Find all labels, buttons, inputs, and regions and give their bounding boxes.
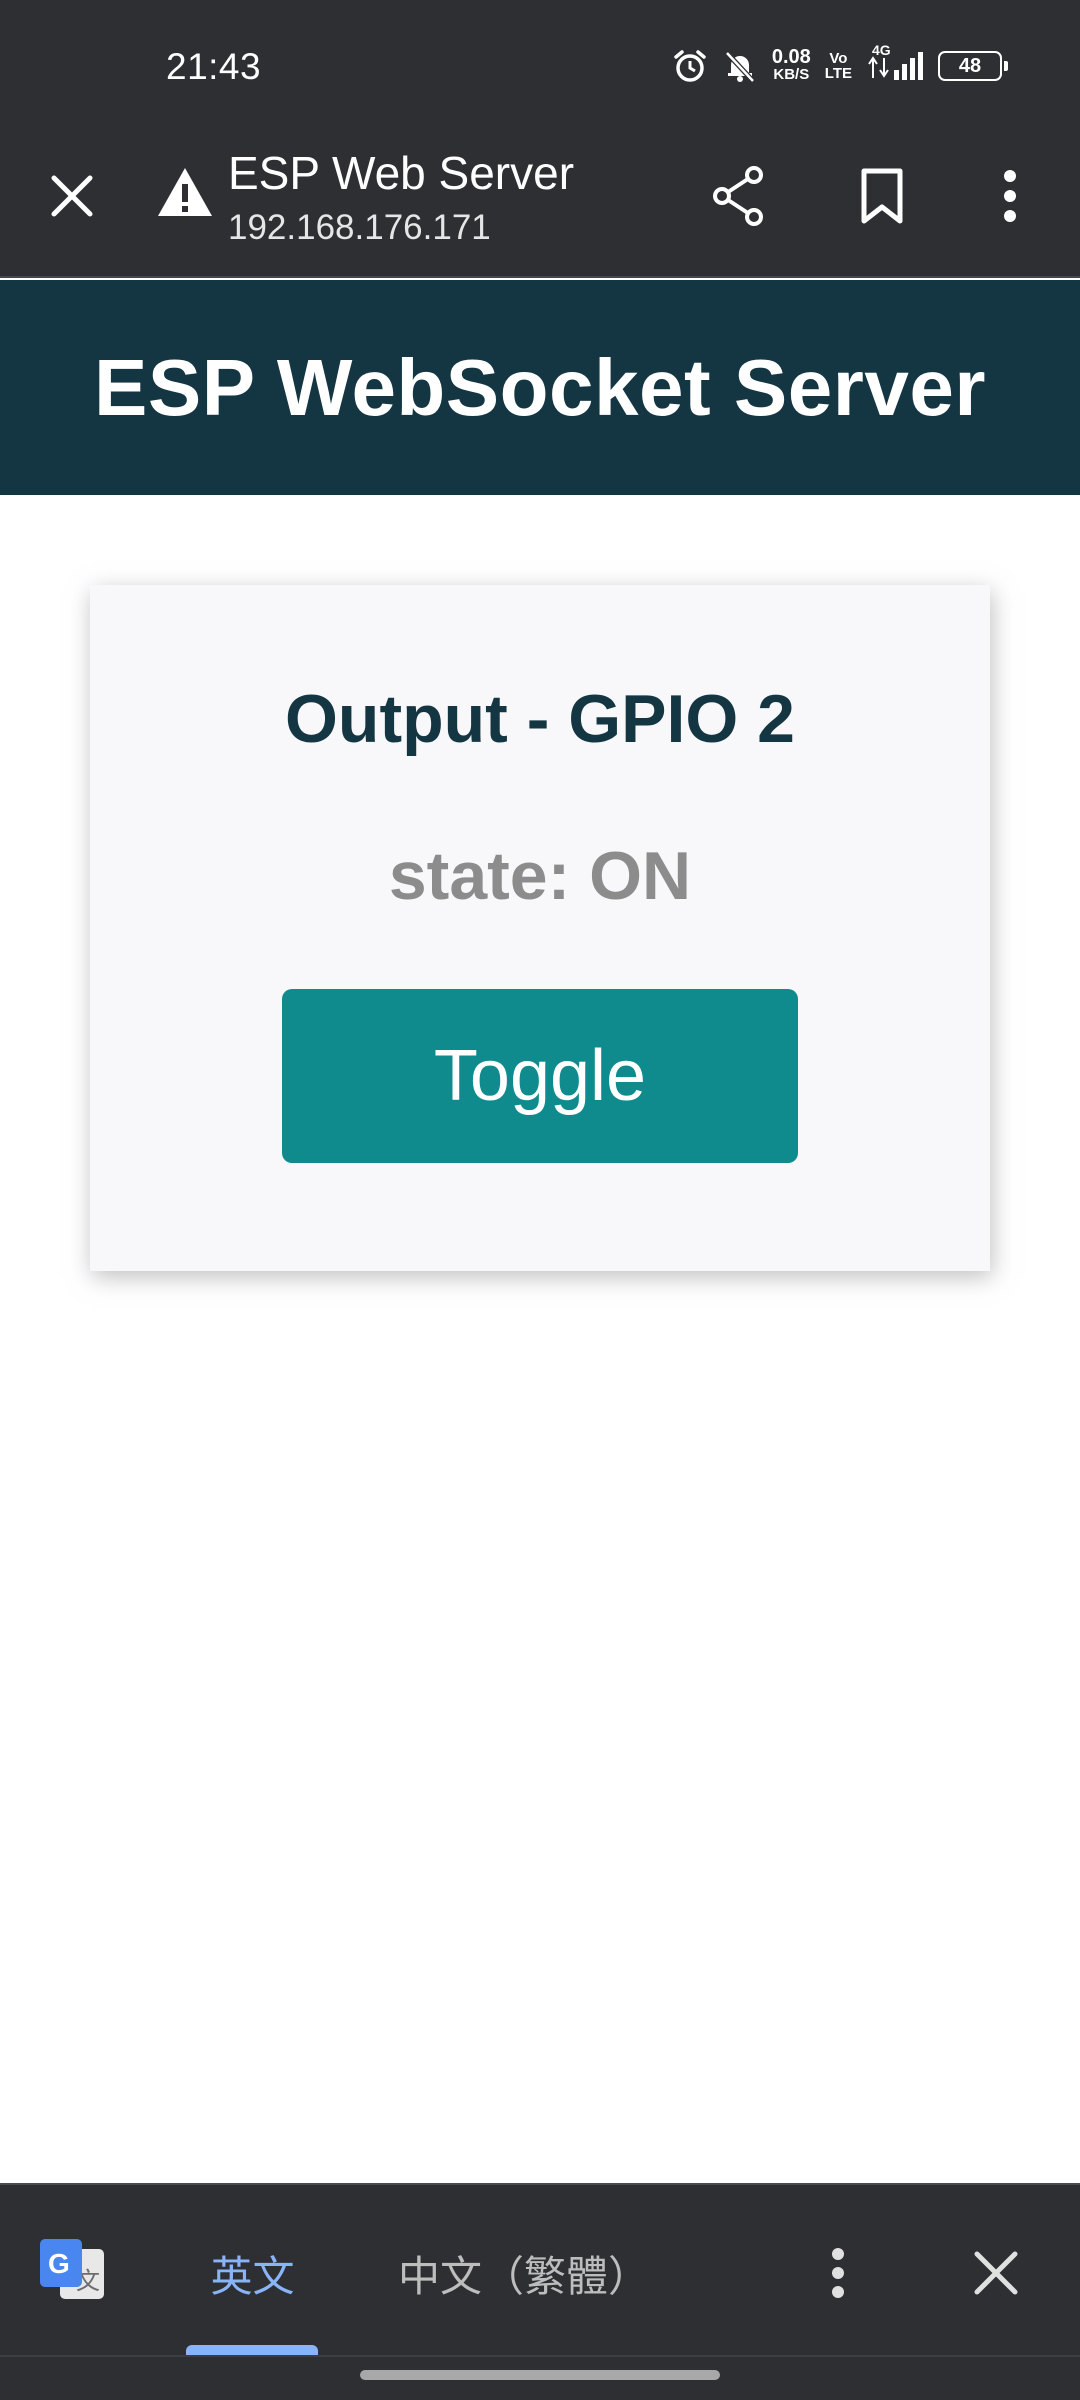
divider [0, 2355, 1080, 2357]
share-button[interactable] [706, 160, 770, 232]
signal-icon: 4G [866, 42, 924, 84]
gpio-card: Output - GPIO 2 state: ON Toggle [90, 585, 990, 1271]
tab-target-language[interactable]: 中文（繁體） [398, 2235, 650, 2311]
google-translate-icon[interactable]: 文 G [36, 2235, 108, 2305]
browser-toolbar: ESP Web Server 192.168.176.171 [0, 130, 1080, 278]
close-tab-button[interactable] [40, 164, 104, 228]
close-icon [51, 175, 93, 217]
status-time: 21:43 [166, 46, 262, 87]
page-title[interactable]: ESP Web Server [228, 146, 574, 200]
page-url[interactable]: 192.168.176.171 [228, 208, 491, 248]
network-speed-value: 0.08 [771, 46, 811, 68]
volte-indicator: Vo LTE [825, 51, 852, 81]
close-icon [974, 2251, 1018, 2295]
alarm-icon [672, 48, 708, 84]
share-icon [713, 166, 763, 226]
volte-top: Vo [829, 50, 848, 67]
battery-level: 48 [958, 54, 982, 77]
more-vert-icon [832, 2248, 844, 2298]
header-title: ESP WebSocket Server [94, 342, 986, 432]
notifications-off-icon [722, 48, 758, 84]
home-indicator[interactable] [360, 2370, 720, 2380]
selected-tab-indicator [186, 2345, 318, 2355]
network-type: 4G [872, 42, 891, 58]
volte-bottom: LTE [824, 65, 852, 82]
status-icons: 0.08 KB/S Vo LTE 4G 48 [672, 42, 1008, 88]
translate-bar: 文 G 英文 中文（繁體） [0, 2183, 1080, 2400]
translate-close-button[interactable] [960, 2233, 1032, 2313]
more-options-button[interactable] [980, 160, 1040, 232]
bookmark-icon [861, 168, 903, 224]
toggle-button[interactable]: Toggle [282, 989, 798, 1163]
svg-text:G: G [48, 2248, 70, 2279]
bookmark-button[interactable] [850, 160, 914, 232]
battery-icon: 48 [938, 51, 1008, 81]
state-text: state: ON [388, 838, 692, 914]
warning-icon[interactable] [156, 164, 214, 222]
more-vert-icon [1004, 170, 1016, 222]
tab-source-language[interactable]: 英文 [180, 2235, 325, 2311]
network-speed: 0.08 KB/S [771, 46, 811, 84]
card-title: Output - GPIO 2 [285, 681, 795, 757]
translate-options-button[interactable] [810, 2233, 866, 2313]
network-speed-unit: KB/S [773, 66, 810, 83]
page-header: ESP WebSocket Server [0, 280, 1080, 495]
status-bar: 21:43 0.08 KB/S Vo LTE 4G 48 [0, 0, 1080, 130]
